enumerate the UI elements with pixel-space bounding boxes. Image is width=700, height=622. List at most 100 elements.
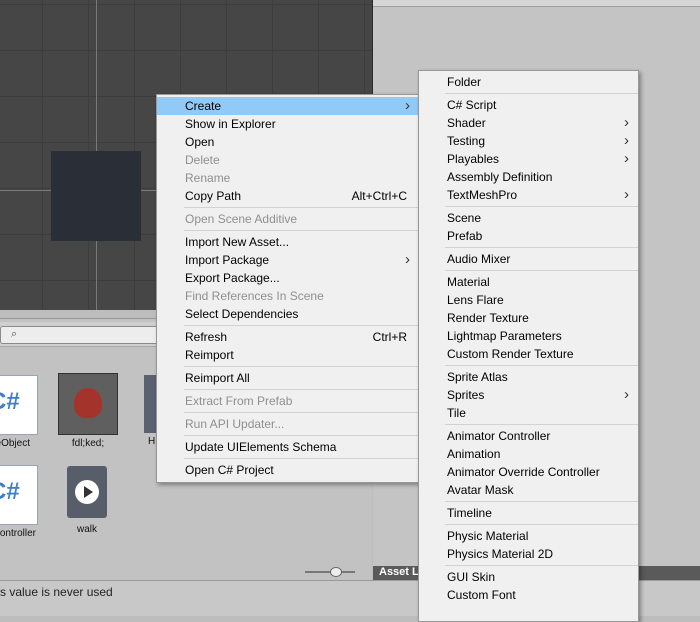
menu-item-label: C# Script [447,98,497,112]
search-icon: ⌕ [11,328,18,340]
menu-item-label: Custom Font [447,588,516,602]
create-item-assembly-definition[interactable]: Assembly Definition [419,168,638,186]
search-input[interactable]: ⌕ [0,326,162,344]
menu-item-reimport[interactable]: Reimport [157,346,419,364]
create-item-timeline[interactable]: Timeline [419,504,638,522]
menu-separator [184,435,419,436]
menu-item-refresh[interactable]: Refresh Ctrl+R [157,328,419,346]
menu-item-label: Timeline [447,506,492,520]
asset-label: fdl;ked; [71,438,105,449]
asset-label: walk [76,524,97,535]
menu-item-label: Render Texture [447,311,529,325]
menu-item-extract-from-prefab: Extract From Prefab [157,392,419,410]
menu-item-label: Animator Override Controller [447,465,600,479]
menu-item-select-dependencies[interactable]: Select Dependencies [157,305,419,323]
asset-label: eObject [0,438,30,449]
create-item-c-script[interactable]: C# Script [419,96,638,114]
asset-labels-title: Asset L [379,566,419,578]
asset-item[interactable]: C# ontroller [0,465,38,539]
menu-separator [184,412,419,413]
context-menu: Create › Show in Explorer Open Delete Rename C… [156,94,420,483]
menu-item-label: Folder [447,75,482,89]
menu-item-label: Assembly Definition [447,170,553,184]
create-item-physics-material-2d[interactable]: Physics Material 2D [419,545,638,563]
menu-item-label: Lens Flare [447,293,504,307]
menu-item-label: Animator Controller [447,429,551,443]
icon-size-slider[interactable] [305,567,355,577]
menu-item-label: Open [185,135,215,149]
menu-item-label: Copy Path [185,189,242,203]
menu-item-import-package[interactable]: Import Package › [157,251,419,269]
menu-item-label: Scene [447,211,482,225]
create-item-physic-material[interactable]: Physic Material [419,527,638,545]
menu-item-open-scene-additive: Open Scene Additive [157,210,419,228]
menu-item-reimport-all[interactable]: Reimport All [157,369,419,387]
menu-separator [445,365,638,366]
menu-item-create[interactable]: Create › [157,97,419,115]
create-submenu: Folder C# Script Shader › Testing › Playables ›… [418,70,639,622]
status-message: s value is never used [0,585,113,599]
create-item-gui-skin[interactable]: GUI Skin [419,568,638,586]
create-item-animator-controller[interactable]: Animator Controller [419,427,638,445]
create-item-shader[interactable]: Shader › [419,114,638,132]
create-item-render-texture[interactable]: Render Texture [419,309,638,327]
create-item-sprite-atlas[interactable]: Sprite Atlas [419,368,638,386]
menu-item-export-package[interactable]: Export Package... [157,269,419,287]
menu-separator [445,424,638,425]
asset-item[interactable]: walk [67,466,107,535]
asset-item[interactable]: C# eObject [0,375,38,449]
menu-item-shortcut: Ctrl+R [372,330,407,344]
create-item-sprites[interactable]: Sprites › [419,386,638,404]
menu-item-open-c-project[interactable]: Open C# Project [157,461,419,479]
menu-item-label: Shader [447,116,486,130]
create-item-custom-render-texture[interactable]: Custom Render Texture [419,345,638,363]
create-item-folder[interactable]: Folder [419,73,638,91]
menu-item-label: Refresh [185,330,228,344]
menu-separator [184,207,419,208]
menu-item-label: Open Scene Additive [185,212,298,226]
menu-item-show-in-explorer[interactable]: Show in Explorer [157,115,419,133]
menu-item-update-uielements-schema[interactable]: Update UIElements Schema [157,438,419,456]
menu-item-label: Prefab [447,229,483,243]
create-item-avatar-mask[interactable]: Avatar Mask [419,481,638,499]
menu-item-label: Run API Updater... [185,417,285,431]
create-item-scene[interactable]: Scene [419,209,638,227]
create-item-material[interactable]: Material [419,273,638,291]
menu-item-label: Physics Material 2D [447,547,554,561]
menu-item-label: Animation [447,447,501,461]
menu-item-label: Reimport [185,348,234,362]
slider-knob[interactable] [330,567,342,577]
create-item-audio-mixer[interactable]: Audio Mixer [419,250,638,268]
create-item-textmeshpro[interactable]: TextMeshPro › [419,186,638,204]
menu-item-copy-path[interactable]: Copy Path Alt+Ctrl+C [157,187,419,205]
menu-separator [184,458,419,459]
menu-separator [445,206,638,207]
menu-item-label: Export Package... [185,271,280,285]
scene-object-square[interactable] [51,151,141,241]
menu-item-label: Custom Render Texture [447,347,574,361]
menu-item-open[interactable]: Open [157,133,419,151]
menu-item-label: Tile [447,406,466,420]
menu-item-delete: Delete [157,151,419,169]
create-item-animator-override-controller[interactable]: Animator Override Controller [419,463,638,481]
menu-separator [445,501,638,502]
create-item-animation[interactable]: Animation [419,445,638,463]
menu-item-label: Import Package [185,253,270,267]
create-item-tile[interactable]: Tile [419,404,638,422]
create-item-lightmap-parameters[interactable]: Lightmap Parameters [419,327,638,345]
create-item-custom-font[interactable]: Custom Font [419,586,638,604]
create-item-playables[interactable]: Playables › [419,150,638,168]
menu-item-find-references-in-scene: Find References In Scene [157,287,419,305]
menu-item-label: Audio Mixer [447,252,511,266]
asset-item[interactable]: fdl;ked; [58,373,118,449]
menu-item-label: Physic Material [447,529,529,543]
create-item-lens-flare[interactable]: Lens Flare [419,291,638,309]
menu-separator [445,270,638,271]
menu-item-label: Material [447,275,490,289]
menu-item-import-new-asset[interactable]: Import New Asset... [157,233,419,251]
menu-item-run-api-updater: Run API Updater... [157,415,419,433]
menu-item-label: Testing [447,134,486,148]
create-item-prefab[interactable]: Prefab [419,227,638,245]
create-item-testing[interactable]: Testing › [419,132,638,150]
chevron-right-icon: › [405,97,410,114]
